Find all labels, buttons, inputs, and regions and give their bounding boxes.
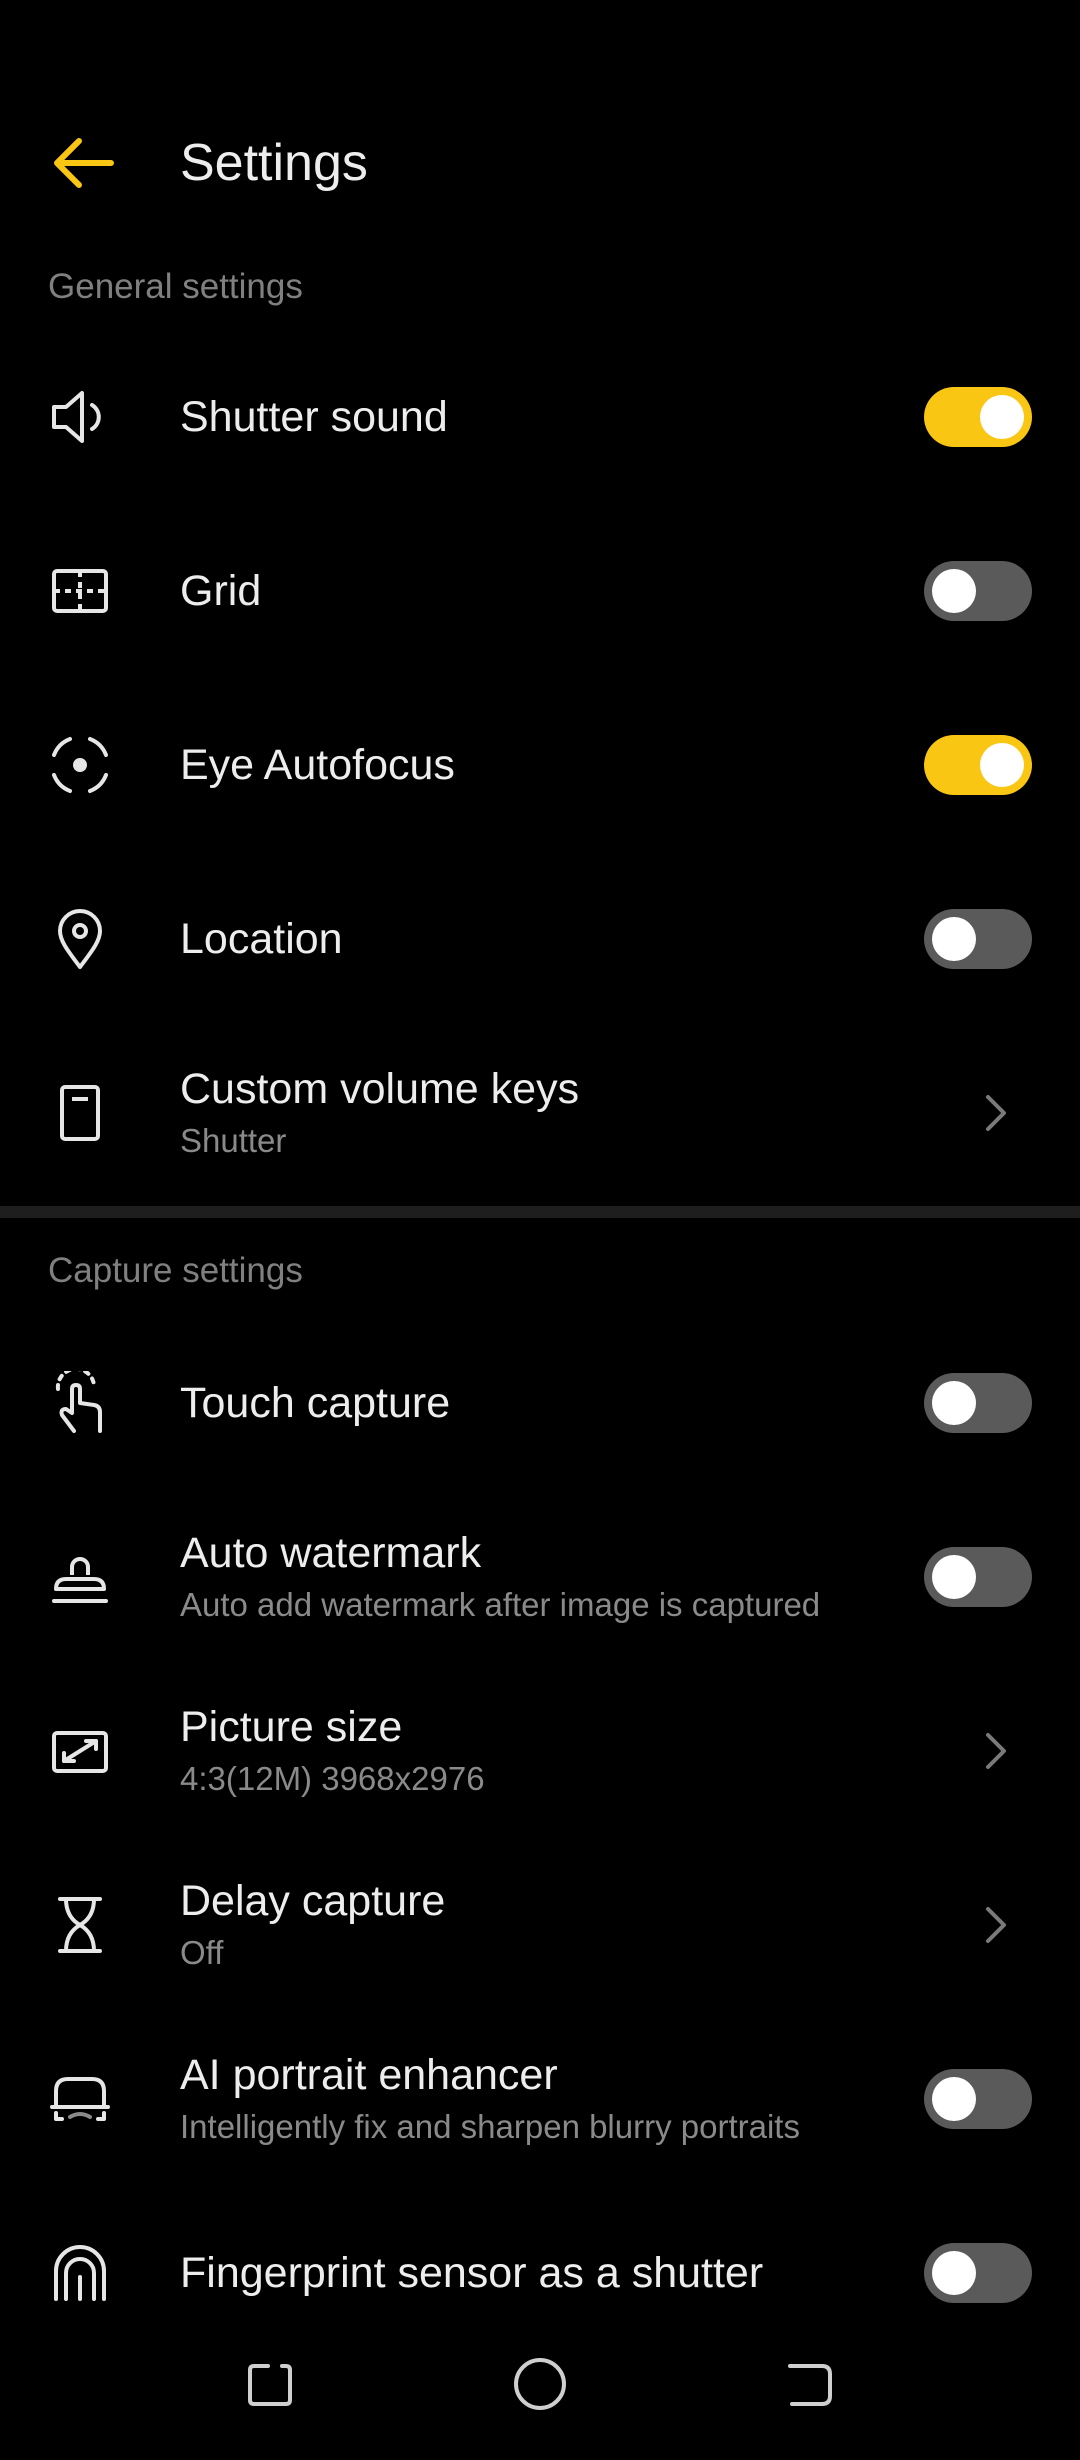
chevron-right-icon: [974, 1903, 1018, 1947]
setting-value: Shutter: [180, 1122, 287, 1159]
setting-ai-portrait-enhancer[interactable]: AI portrait enhancer Intelligently fix a…: [0, 2012, 1080, 2186]
setting-auto-watermark[interactable]: Auto watermark Auto add watermark after …: [0, 1490, 1080, 1664]
grid-toggle[interactable]: [924, 561, 1032, 621]
setting-title: Grid: [180, 567, 262, 615]
setting-title: Custom volume keys: [180, 1065, 580, 1113]
setting-eye-autofocus[interactable]: Eye Autofocus: [0, 678, 1080, 852]
fingerprint-icon: [44, 2237, 116, 2309]
section-header-general: General settings: [48, 267, 303, 306]
ai-portrait-enhancer-toggle[interactable]: [924, 2069, 1032, 2129]
recents-icon: [248, 2364, 292, 2406]
chevron-right-icon: [974, 1729, 1018, 1773]
back-button[interactable]: [40, 120, 126, 206]
setting-title: Picture size: [180, 1703, 403, 1751]
recents-button[interactable]: [234, 2348, 306, 2420]
speaker-icon: [44, 381, 116, 453]
touch-icon: [44, 1367, 116, 1439]
setting-title: AI portrait enhancer: [180, 2051, 558, 2099]
setting-custom-volume-keys[interactable]: Custom volume keys Shutter: [0, 1026, 1080, 1200]
page-title: Settings: [180, 134, 368, 192]
arrow-left-icon: [54, 138, 114, 188]
setting-description: Intelligently fix and sharpen blurry por…: [180, 2108, 800, 2145]
eye-focus-icon: [44, 729, 116, 801]
auto-watermark-toggle[interactable]: [924, 1547, 1032, 1607]
setting-picture-size[interactable]: Picture size 4:3(12M) 3968x2976: [0, 1664, 1080, 1838]
setting-value: Off: [180, 1934, 224, 1971]
setting-title: Shutter sound: [180, 393, 448, 441]
setting-description: Auto add watermark after image is captur…: [180, 1586, 821, 1623]
back-nav-icon: [788, 2364, 832, 2406]
app-bar: Settings: [0, 90, 1080, 230]
setting-grid[interactable]: Grid: [0, 504, 1080, 678]
hourglass-icon: [44, 1889, 116, 1961]
setting-title: Auto watermark: [180, 1529, 482, 1577]
fingerprint-shutter-toggle[interactable]: [924, 2243, 1032, 2303]
setting-delay-capture[interactable]: Delay capture Off: [0, 1838, 1080, 2012]
picture-size-icon: [44, 1715, 116, 1787]
setting-title: Touch capture: [180, 1379, 451, 1427]
shutter-sound-toggle[interactable]: [924, 387, 1032, 447]
setting-location[interactable]: Location: [0, 852, 1080, 1026]
setting-title: Eye Autofocus: [180, 741, 455, 789]
setting-value: 4:3(12M) 3968x2976: [180, 1760, 485, 1797]
setting-title: Delay capture: [180, 1877, 446, 1925]
portrait-enhancer-icon: [44, 2063, 116, 2135]
eye-autofocus-toggle[interactable]: [924, 735, 1032, 795]
touch-capture-toggle[interactable]: [924, 1373, 1032, 1433]
back-nav-button[interactable]: [774, 2348, 846, 2420]
home-icon: [514, 2358, 566, 2410]
location-pin-icon: [44, 903, 116, 975]
home-button[interactable]: [504, 2348, 576, 2420]
chevron-right-icon: [974, 1091, 1018, 1135]
grid-icon: [44, 555, 116, 627]
stamp-icon: [44, 1541, 116, 1613]
setting-touch-capture[interactable]: Touch capture: [0, 1316, 1080, 1490]
section-divider: [0, 1206, 1080, 1218]
setting-title: Location: [180, 915, 343, 963]
location-toggle[interactable]: [924, 909, 1032, 969]
setting-shutter-sound[interactable]: Shutter sound: [0, 330, 1080, 504]
section-header-capture: Capture settings: [48, 1251, 303, 1290]
system-nav-bar: [0, 2310, 1080, 2460]
setting-title: Fingerprint sensor as a shutter: [180, 2249, 764, 2297]
volume-key-icon: [44, 1077, 116, 1149]
